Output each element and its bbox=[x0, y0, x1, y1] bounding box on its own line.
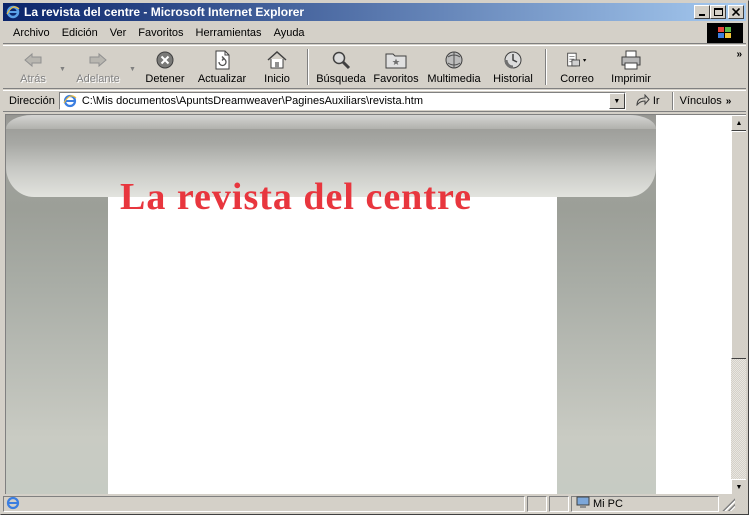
back-dropdown[interactable]: ▼ bbox=[59, 66, 67, 73]
back-label: Atrás bbox=[20, 73, 46, 85]
menu-ver[interactable]: Ver bbox=[104, 27, 133, 39]
menu-herramientas[interactable]: Herramientas bbox=[190, 27, 268, 39]
menu-edicion[interactable]: Edición bbox=[56, 27, 104, 39]
mail-button[interactable]: Correo bbox=[551, 46, 603, 88]
refresh-button[interactable]: Actualizar bbox=[193, 46, 251, 88]
history-button[interactable]: Historial bbox=[485, 46, 541, 88]
scroll-up-button[interactable]: ▲ bbox=[731, 115, 746, 131]
refresh-icon bbox=[211, 50, 233, 70]
page-icon bbox=[62, 93, 78, 109]
security-zone-panel: Mi PC bbox=[571, 496, 719, 512]
address-label: Dirección bbox=[9, 95, 55, 107]
status-main-panel bbox=[3, 496, 525, 512]
minimize-button[interactable] bbox=[694, 5, 710, 19]
go-button[interactable]: Ir bbox=[636, 93, 660, 109]
status-page-icon bbox=[6, 496, 20, 513]
menu-favoritos[interactable]: Favoritos bbox=[132, 27, 189, 39]
title-bar[interactable]: La revista del centre - Microsoft Intern… bbox=[3, 3, 746, 21]
status-bar: Mi PC bbox=[3, 495, 746, 513]
menu-ayuda[interactable]: Ayuda bbox=[268, 27, 311, 39]
stop-label: Detener bbox=[145, 73, 185, 85]
status-panel-2 bbox=[549, 496, 569, 512]
links-overflow-icon: » bbox=[725, 95, 732, 107]
web-page: La revista del centre bbox=[6, 115, 731, 494]
back-arrow-icon bbox=[22, 50, 44, 70]
links-button[interactable]: Vínculos » bbox=[680, 95, 732, 107]
forward-arrow-icon bbox=[87, 50, 109, 70]
toolbar-overflow-button[interactable]: » bbox=[736, 49, 742, 60]
address-input[interactable] bbox=[81, 95, 612, 107]
standard-toolbar: Atrás ▼ Adelante ▼ Detener Actualizar In… bbox=[3, 45, 746, 89]
close-button[interactable] bbox=[728, 5, 744, 19]
media-button[interactable]: Multimedia bbox=[423, 46, 485, 88]
print-label: Imprimir bbox=[611, 73, 651, 85]
zone-label: Mi PC bbox=[593, 498, 623, 510]
menu-archivo[interactable]: Archivo bbox=[3, 27, 56, 39]
page-title: La revista del centre bbox=[120, 176, 473, 218]
history-icon bbox=[502, 50, 524, 70]
resize-grip[interactable] bbox=[721, 497, 735, 511]
home-icon bbox=[266, 50, 288, 70]
search-icon bbox=[330, 50, 352, 70]
mail-icon bbox=[566, 50, 588, 70]
content-viewport[interactable]: La revista del centre ▲ ▼ bbox=[5, 114, 746, 494]
search-button[interactable]: Búsqueda bbox=[313, 46, 369, 88]
back-button[interactable]: Atrás bbox=[7, 46, 59, 88]
browser-window: La revista del centre - Microsoft Intern… bbox=[0, 0, 749, 515]
favorites-label: Favoritos bbox=[373, 73, 419, 85]
scroll-thumb[interactable] bbox=[731, 131, 746, 359]
forward-dropdown[interactable]: ▼ bbox=[129, 66, 137, 73]
media-label: Multimedia bbox=[427, 73, 481, 85]
forward-label: Adelante bbox=[76, 73, 120, 85]
history-label: Historial bbox=[493, 73, 533, 85]
address-dropdown-button[interactable]: ▼ bbox=[608, 93, 625, 109]
refresh-label: Actualizar bbox=[197, 73, 247, 85]
print-button[interactable]: Imprimir bbox=[603, 46, 659, 88]
home-label: Inicio bbox=[264, 73, 290, 85]
ie-logo-icon bbox=[5, 4, 21, 20]
vertical-scrollbar[interactable]: ▲ ▼ bbox=[731, 115, 746, 494]
status-panel-1 bbox=[527, 496, 547, 512]
stop-icon bbox=[154, 50, 176, 70]
address-separator bbox=[671, 92, 674, 110]
my-computer-icon bbox=[576, 496, 590, 512]
go-label: Ir bbox=[652, 95, 660, 107]
search-label: Búsqueda bbox=[316, 73, 366, 85]
mail-label: Correo bbox=[560, 73, 594, 85]
media-icon bbox=[443, 50, 465, 70]
go-arrow-icon bbox=[636, 93, 650, 109]
print-icon bbox=[620, 50, 642, 70]
forward-button[interactable]: Adelante bbox=[67, 46, 129, 88]
address-bar: Dirección ▼ Ir Vínculos » bbox=[3, 90, 746, 112]
window-title: La revista del centre - Microsoft Intern… bbox=[24, 5, 305, 19]
stop-button[interactable]: Detener bbox=[137, 46, 193, 88]
home-button[interactable]: Inicio bbox=[251, 46, 303, 88]
scroll-down-button[interactable]: ▼ bbox=[731, 479, 746, 494]
links-label: Vínculos bbox=[679, 95, 722, 107]
address-field[interactable]: ▼ bbox=[58, 92, 626, 110]
windows-logo-icon bbox=[707, 23, 743, 43]
menu-bar: Archivo Edición Ver Favoritos Herramient… bbox=[3, 22, 746, 44]
toolbar-separator bbox=[545, 49, 547, 85]
toolbar-separator bbox=[307, 49, 309, 85]
favorites-icon bbox=[385, 50, 407, 70]
favorites-button[interactable]: Favoritos bbox=[369, 46, 423, 88]
maximize-button[interactable] bbox=[710, 5, 726, 19]
